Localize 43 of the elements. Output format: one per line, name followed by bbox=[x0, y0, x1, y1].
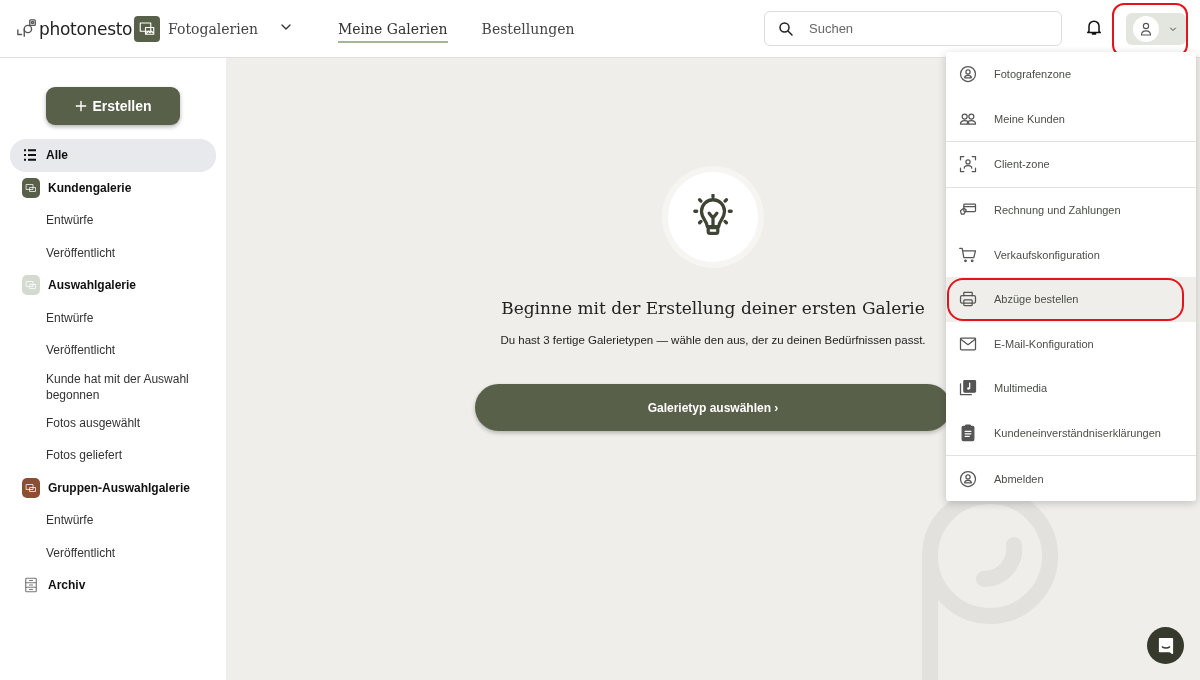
menu-item[interactable]: Rechnung und Zahlungen bbox=[946, 187, 1196, 233]
menu-item[interactable]: Client-zone bbox=[946, 142, 1196, 187]
person-circle-icon bbox=[958, 468, 978, 489]
product-label[interactable]: Fotogalerien bbox=[168, 20, 258, 37]
menu-item[interactable]: Meine Kunden bbox=[946, 96, 1196, 142]
logo-text[interactable]: photonesto bbox=[39, 18, 133, 39]
sidebar-subitem[interactable]: Entwürfe bbox=[10, 504, 216, 537]
monitor-photo-icon bbox=[25, 279, 37, 292]
sidebar-item[interactable]: Kundengalerie bbox=[10, 171, 216, 204]
search-input[interactable]: Suchen bbox=[807, 20, 1049, 37]
empty-state-title: Beginne mit der Erstellung deiner ersten Galerie bbox=[501, 298, 925, 318]
menu-item[interactable]: Fotografenzone bbox=[946, 52, 1196, 97]
monitor-photo-icon bbox=[25, 481, 37, 494]
sidebar-subitem[interactable]: Veröffentlicht bbox=[10, 334, 216, 367]
sidebar-item[interactable]: Auswahlgalerie bbox=[10, 269, 216, 302]
search-icon bbox=[777, 19, 795, 38]
account-button[interactable] bbox=[1126, 12, 1186, 45]
create-button[interactable]: Erstellen bbox=[46, 87, 180, 125]
chat-button[interactable] bbox=[1147, 627, 1184, 664]
monitor-photo-icon bbox=[25, 181, 37, 194]
sidebar-subitem[interactable]: Entwürfe bbox=[10, 204, 216, 237]
sidebar-subitem[interactable]: Veröffentlicht bbox=[10, 236, 216, 269]
empty-state-text: Du hast 3 fertige Galerietypen — wähle den aus, der zu deinen Bedürfnissen passt. bbox=[500, 334, 926, 346]
sidebar-item[interactable]: Archiv bbox=[10, 569, 216, 602]
nav-tab[interactable]: Bestellungen bbox=[481, 14, 575, 43]
sidebar-subitem[interactable]: Kunde hat mit der Auswahl begonnen bbox=[10, 366, 216, 407]
sidebar-subitem[interactable]: Fotos ausgewählt bbox=[10, 406, 216, 439]
nav-tab[interactable]: Meine Galerien bbox=[338, 14, 448, 43]
cabinet-icon bbox=[22, 576, 40, 595]
menu-item[interactable]: Verkaufskonfiguration bbox=[946, 232, 1196, 277]
sidebar-subitem[interactable]: Veröffentlicht bbox=[10, 536, 216, 569]
plus-icon bbox=[74, 99, 89, 113]
face-frame-icon bbox=[958, 154, 978, 175]
sidebar-subitem[interactable]: Entwürfe bbox=[10, 301, 216, 334]
search-field[interactable]: Suchen bbox=[764, 11, 1062, 46]
menu-item[interactable]: Abmelden bbox=[946, 456, 1196, 501]
menu-item[interactable]: E-Mail-Konfiguration bbox=[946, 321, 1196, 367]
person-circle-icon bbox=[958, 64, 978, 85]
list-icon bbox=[22, 147, 38, 164]
sidebar-item[interactable]: Alle bbox=[10, 139, 216, 172]
sidebar-subitem[interactable]: Fotos geliefert bbox=[10, 439, 216, 472]
sidebar-item[interactable]: Gruppen-Auswahlgalerie bbox=[10, 471, 216, 504]
menu-item[interactable]: Abzüge bestellen bbox=[946, 276, 1196, 322]
